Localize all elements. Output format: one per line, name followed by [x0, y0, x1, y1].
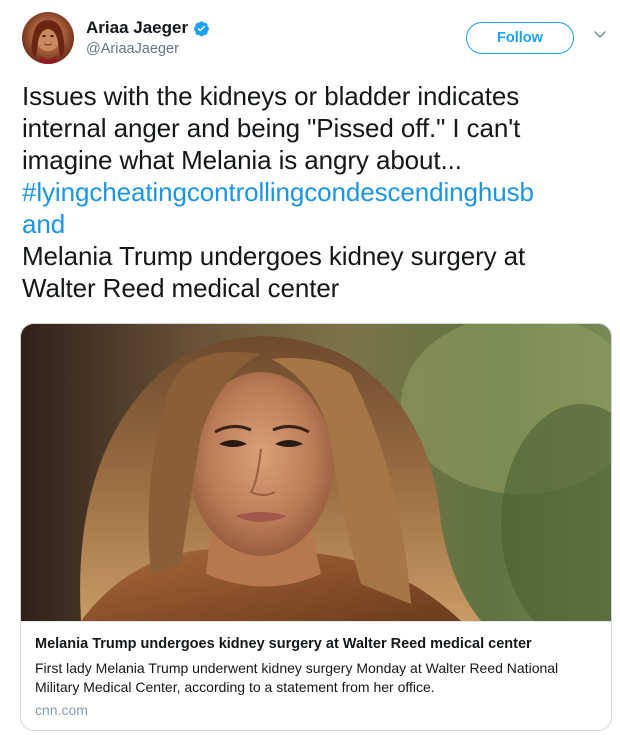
hashtag-link[interactable]: #lyingcheatingcontrollingcondescendinghu… — [22, 176, 616, 208]
tweet-line: Walter Reed medical center — [22, 273, 340, 303]
user-info: Ariaa Jaeger @AriaaJaeger — [86, 18, 210, 57]
tweet-text: Issues with the kidneys or bladder indic… — [22, 80, 616, 304]
tweet-line: imagine what Melania is angry about... — [22, 145, 462, 175]
card-domain: cnn.com — [35, 702, 88, 718]
tweet-line: Melania Trump undergoes kidney surgery a… — [22, 241, 526, 271]
card-image[interactable] — [21, 324, 611, 621]
tweet-line: internal anger and being "Pissed off." I… — [22, 113, 521, 143]
tweet-header: Ariaa Jaeger @AriaaJaeger Follow — [22, 12, 612, 68]
hashtag-link-continued[interactable]: and — [22, 208, 616, 240]
card-title[interactable]: Melania Trump undergoes kidney surgery a… — [35, 635, 597, 654]
card-description: First lady Melania Trump underwent kidne… — [35, 660, 559, 695]
follow-button[interactable]: Follow — [466, 22, 574, 54]
card-body[interactable]: Melania Trump undergoes kidney surgery a… — [21, 621, 611, 730]
avatar[interactable] — [22, 12, 74, 64]
avatar-image — [31, 20, 65, 64]
verified-badge-icon — [194, 20, 210, 36]
link-preview-card[interactable]: Melania Trump undergoes kidney surgery a… — [20, 323, 612, 731]
display-name-row[interactable]: Ariaa Jaeger — [86, 18, 210, 38]
card-photo — [21, 324, 611, 621]
display-name[interactable]: Ariaa Jaeger — [86, 18, 188, 38]
user-handle[interactable]: @AriaaJaeger — [86, 41, 210, 57]
tweet-line: Issues with the kidneys or bladder indic… — [22, 81, 520, 111]
chevron-down-icon[interactable] — [592, 26, 608, 42]
